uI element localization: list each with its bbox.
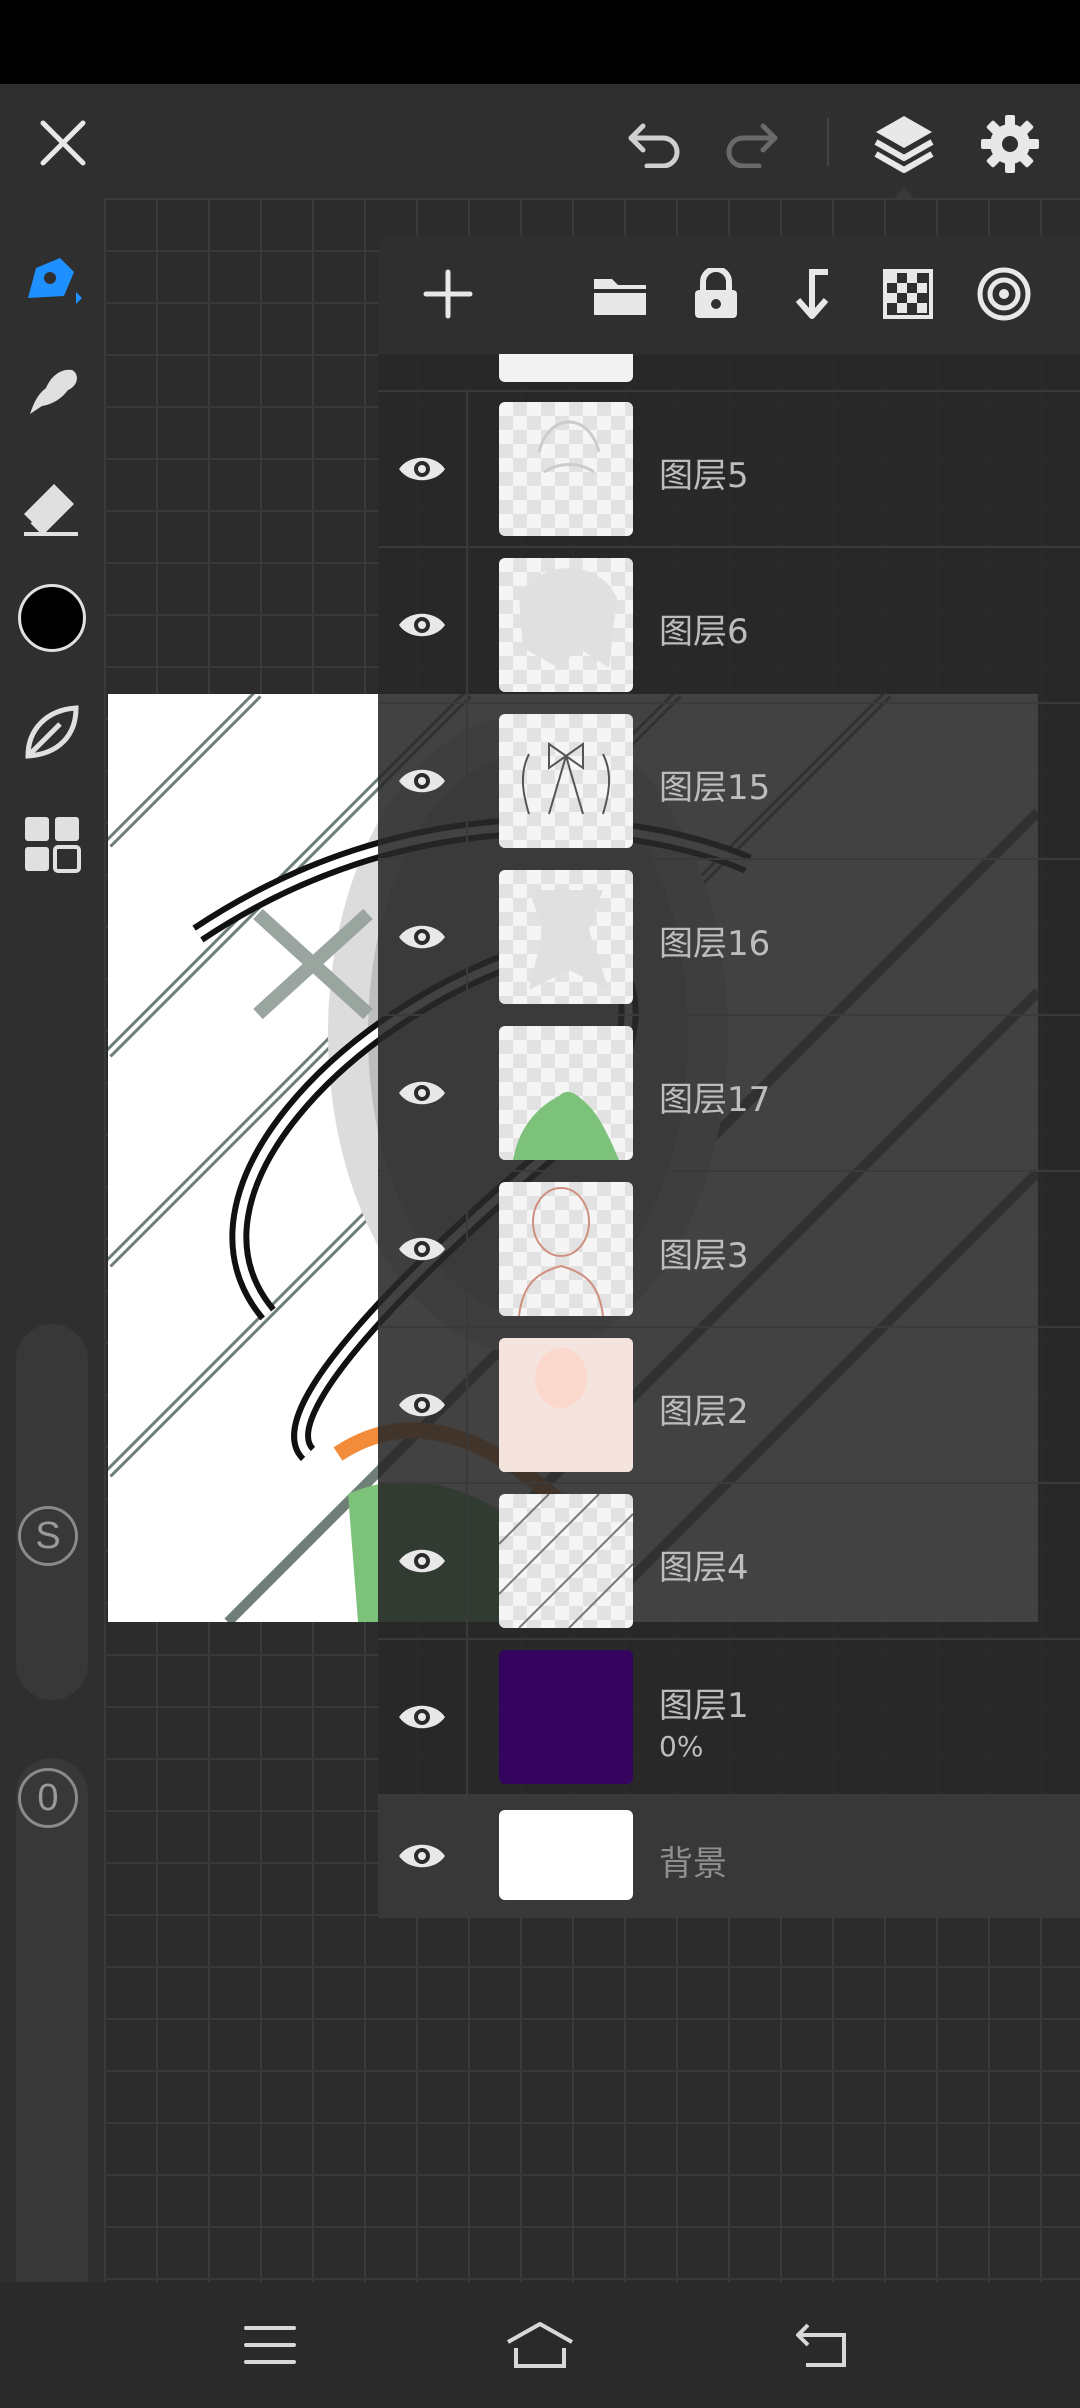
layer-name: 图层4 — [659, 1548, 749, 1588]
layers-icon[interactable] — [866, 106, 942, 182]
smudge-icon[interactable] — [12, 350, 92, 430]
layer-panel-toolbar — [378, 236, 1080, 354]
layer-thumbnail — [499, 870, 633, 1004]
layer-row[interactable]: 图层5 — [378, 392, 1080, 548]
top-toolbar — [0, 84, 1080, 200]
layer-row[interactable]: 图层6 — [378, 548, 1080, 704]
layer-row-background[interactable]: 背景 — [378, 1796, 1080, 1918]
layer-name: 图层15 — [659, 768, 771, 808]
opacity-slider-label: 0 — [18, 1768, 78, 1828]
lock-icon[interactable] — [678, 256, 754, 332]
layer-name: 图层5 — [659, 456, 749, 496]
color-swatch[interactable] — [12, 578, 92, 658]
tool-sidebar: S 0 — [0, 198, 104, 2340]
layer-thumbnail — [499, 1810, 633, 1900]
layer-name: 图层2 — [659, 1392, 749, 1432]
size-slider-label: S — [18, 1506, 78, 1566]
grid-icon[interactable] — [12, 804, 92, 884]
menu-icon[interactable] — [230, 2310, 310, 2380]
undo-icon[interactable] — [620, 108, 690, 178]
layer-thumbnail — [499, 714, 633, 848]
eye-icon[interactable] — [378, 548, 468, 702]
layer-row[interactable]: 图层3 — [378, 1172, 1080, 1328]
layer-thumbnail — [499, 1650, 633, 1784]
eye-icon[interactable] — [378, 704, 468, 858]
merge-down-icon[interactable] — [774, 256, 850, 332]
layer-name: 图层1 — [659, 1686, 749, 1726]
status-bar — [0, 0, 1080, 84]
brush-opacity-slider[interactable] — [16, 1758, 88, 2340]
redo-icon[interactable] — [716, 108, 786, 178]
layer-thumbnail — [499, 354, 633, 382]
layer-row[interactable]: 图层1 0% — [378, 1640, 1080, 1796]
back-icon[interactable] — [782, 2310, 862, 2380]
eraser-icon[interactable] — [12, 466, 92, 546]
layer-name: 图层3 — [659, 1236, 749, 1276]
eye-icon[interactable] — [378, 860, 468, 1014]
pen-icon[interactable] — [12, 240, 92, 320]
toolbar-divider — [827, 118, 829, 166]
add-layer-icon[interactable] — [410, 256, 486, 332]
folder-icon[interactable] — [582, 256, 658, 332]
layer-thumbnail — [499, 1026, 633, 1160]
layer-thumbnail — [499, 1494, 633, 1628]
eye-icon[interactable] — [378, 392, 468, 546]
layer-name: 图层17 — [659, 1080, 771, 1120]
current-color — [18, 584, 86, 652]
layer-row[interactable]: 图层2 — [378, 1328, 1080, 1484]
gear-icon[interactable] — [972, 106, 1048, 182]
layer-thumbnail — [499, 1182, 633, 1316]
eye-icon[interactable] — [378, 1016, 468, 1170]
target-icon[interactable] — [966, 256, 1042, 332]
eye-icon[interactable] — [378, 1484, 468, 1638]
eye-icon[interactable] — [378, 1640, 468, 1794]
transparency-icon[interactable] — [870, 256, 946, 332]
layer-row[interactable]: 图层16 — [378, 860, 1080, 1016]
layer-thumbnail — [499, 1338, 633, 1472]
layer-row[interactable]: 图层15 — [378, 704, 1080, 860]
layer-row[interactable]: 图层4 — [378, 1484, 1080, 1640]
layer-panel: 图层5 图层6 图层15 图层16 图层17 图层3 图层2 图层4 图层1 0… — [378, 236, 1080, 1918]
layer-partial-row — [378, 354, 1080, 392]
layer-thumbnail — [499, 558, 633, 692]
layer-opacity: 0% — [659, 1730, 704, 1763]
home-icon[interactable] — [500, 2310, 580, 2380]
eye-icon[interactable] — [378, 1172, 468, 1326]
eye-icon[interactable] — [378, 1796, 468, 1916]
system-nav-bar — [0, 2282, 1080, 2408]
leaf-icon[interactable] — [12, 692, 92, 772]
layer-thumbnail — [499, 402, 633, 536]
layer-name: 图层16 — [659, 924, 771, 964]
layer-name: 图层6 — [659, 612, 749, 652]
close-icon[interactable] — [28, 108, 98, 178]
layer-row[interactable]: 图层17 — [378, 1016, 1080, 1172]
layer-name: 背景 — [659, 1844, 727, 1884]
eye-icon[interactable] — [378, 1328, 468, 1482]
